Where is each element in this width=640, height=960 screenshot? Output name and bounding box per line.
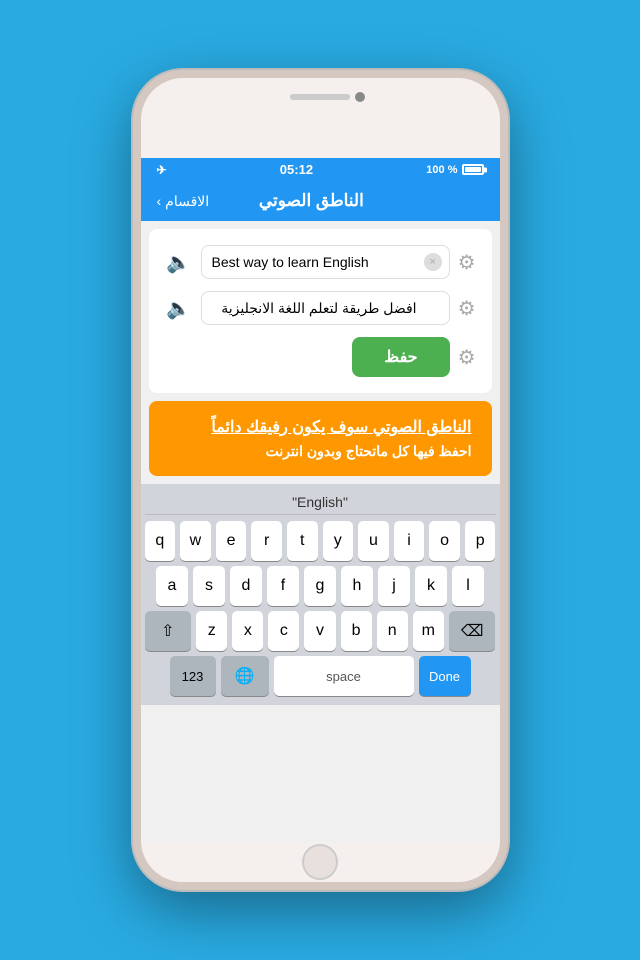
- banner-subtitle: احفظ فيها كل ماتحتاج وبدون انترنت: [169, 443, 472, 460]
- backspace-key[interactable]: ⌫: [449, 611, 496, 651]
- key-h[interactable]: h: [341, 566, 373, 606]
- key-p[interactable]: p: [465, 521, 496, 561]
- key-y[interactable]: y: [323, 521, 354, 561]
- status-time: 05:12: [167, 162, 427, 177]
- numbers-key[interactable]: 123: [170, 656, 216, 696]
- settings-gear-1[interactable]: ⚙: [458, 250, 476, 275]
- key-s[interactable]: s: [193, 566, 225, 606]
- back-arrow-icon: ‹: [157, 193, 162, 209]
- phone-screen: ✈ 05:12 100 % ‹ الاقسام الناطق الصوتي: [141, 158, 500, 842]
- battery-icon: [462, 164, 484, 175]
- key-v[interactable]: v: [304, 611, 335, 651]
- status-right: 100 %: [426, 164, 483, 176]
- speaker-icon-2[interactable]: 🔈: [165, 296, 193, 321]
- settings-gear-3[interactable]: ⚙: [458, 345, 476, 370]
- english-text-input[interactable]: [201, 245, 450, 279]
- content-area: 🔈 × ⚙ 🔈 ⚙ حفظ: [141, 221, 500, 842]
- globe-key[interactable]: 🌐: [221, 656, 269, 696]
- key-e[interactable]: e: [216, 521, 247, 561]
- airplane-icon: ✈: [157, 163, 167, 177]
- key-g[interactable]: g: [304, 566, 336, 606]
- key-i[interactable]: i: [394, 521, 425, 561]
- space-key[interactable]: space: [274, 656, 414, 696]
- back-button[interactable]: ‹ الاقسام: [157, 193, 210, 210]
- nav-title: الناطق الصوتي: [259, 191, 364, 211]
- shift-key[interactable]: ⇧: [145, 611, 192, 651]
- key-z[interactable]: z: [196, 611, 227, 651]
- key-o[interactable]: o: [429, 521, 460, 561]
- key-k[interactable]: k: [415, 566, 447, 606]
- key-b[interactable]: b: [341, 611, 372, 651]
- key-d[interactable]: d: [230, 566, 262, 606]
- key-q[interactable]: q: [145, 521, 176, 561]
- arabic-input-row: 🔈 ⚙: [165, 291, 476, 325]
- save-row: حفظ ⚙: [165, 337, 476, 377]
- key-u[interactable]: u: [358, 521, 389, 561]
- key-n[interactable]: n: [377, 611, 408, 651]
- key-t[interactable]: t: [287, 521, 318, 561]
- settings-gear-2[interactable]: ⚙: [458, 296, 476, 321]
- home-button[interactable]: [302, 844, 338, 880]
- translation-card: 🔈 × ⚙ 🔈 ⚙ حفظ: [149, 229, 492, 393]
- speaker-icon-1[interactable]: 🔈: [165, 250, 193, 275]
- nav-bar: ‹ الاقسام الناطق الصوتي: [141, 181, 500, 221]
- save-button[interactable]: حفظ: [352, 337, 449, 377]
- keyboard-row-1: q w e r t y u i o p: [145, 521, 496, 561]
- keyboard: "English" q w e r t y u i o p a: [141, 484, 500, 705]
- key-m[interactable]: m: [413, 611, 444, 651]
- phone-top-bezel: [141, 78, 500, 158]
- earpiece: [290, 94, 350, 100]
- banner-title: الناطق الصوتي سوف يكون رفيقك دائماً: [169, 417, 472, 437]
- clear-button-1[interactable]: ×: [424, 253, 442, 271]
- key-j[interactable]: j: [378, 566, 410, 606]
- front-camera: [355, 92, 365, 102]
- suggestion-text: "English": [292, 494, 348, 510]
- key-f[interactable]: f: [267, 566, 299, 606]
- key-w[interactable]: w: [180, 521, 211, 561]
- english-input-wrapper: ×: [201, 245, 450, 279]
- status-left: ✈: [157, 163, 167, 177]
- key-r[interactable]: r: [251, 521, 282, 561]
- keyboard-row-4: 123 🌐 space Done: [145, 656, 496, 696]
- key-x[interactable]: x: [232, 611, 263, 651]
- english-input-row: 🔈 × ⚙: [165, 245, 476, 279]
- key-l[interactable]: l: [452, 566, 484, 606]
- phone-bottom-bezel: [141, 842, 500, 882]
- suggestion-bar: "English": [145, 490, 496, 515]
- battery-text: 100 %: [426, 164, 457, 176]
- arabic-text-input[interactable]: [201, 291, 450, 325]
- battery-fill: [465, 167, 481, 172]
- keyboard-row-3: ⇧ z x c v b n m ⌫: [145, 611, 496, 651]
- back-label: الاقسام: [165, 193, 209, 210]
- promo-banner: الناطق الصوتي سوف يكون رفيقك دائماً احفظ…: [149, 401, 492, 476]
- arabic-input-wrapper: [201, 291, 450, 325]
- done-key[interactable]: Done: [419, 656, 471, 696]
- status-bar: ✈ 05:12 100 %: [141, 158, 500, 181]
- keyboard-row-2: a s d f g h j k l: [145, 566, 496, 606]
- key-a[interactable]: a: [156, 566, 188, 606]
- key-c[interactable]: c: [268, 611, 299, 651]
- phone-frame: ✈ 05:12 100 % ‹ الاقسام الناطق الصوتي: [133, 70, 508, 890]
